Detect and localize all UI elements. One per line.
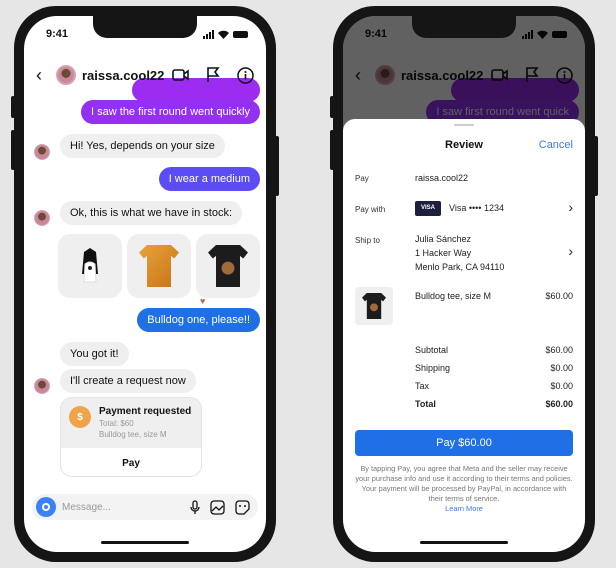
product-card[interactable] [58, 234, 122, 298]
side-button [11, 130, 15, 170]
home-indicator [101, 541, 189, 544]
ship-name: Julia Sánchez [415, 234, 472, 244]
phone-review: 9:41 ‹ raissa.cool22 I saw first round w… [330, 6, 598, 562]
total-label: Total [415, 399, 436, 409]
tax-label: Tax [415, 381, 430, 391]
payment-item: Bulldog tee, size M [99, 430, 167, 439]
notch [93, 16, 197, 38]
shipping-label: Shipping [415, 363, 451, 373]
gallery-icon[interactable] [210, 499, 225, 515]
chevron-right-icon[interactable]: › [568, 199, 573, 215]
legal-body: By tapping Pay, you agree that Meta and … [355, 464, 573, 503]
phone-chat: 9:41 ‹ raissa.cool22 I saw the first rou… [11, 6, 279, 562]
product-card[interactable] [196, 234, 260, 298]
subtotal-value: $60.00 [545, 345, 573, 355]
notch [412, 16, 516, 38]
side-button [594, 136, 598, 196]
message-bubble-received[interactable]: Hi! Yes, depends on your size [60, 134, 225, 158]
sheet-handle[interactable] [454, 124, 474, 126]
side-button [275, 136, 279, 196]
review-sheet: Review Cancel Pay raissa.cool22 Pay with… [343, 119, 585, 552]
ship-line2: Menlo Park, CA 94110 [415, 262, 505, 272]
bulldog-tee-image [208, 245, 248, 287]
shipping-value: $0.00 [550, 363, 573, 373]
legal-text: By tapping Pay, you agree that Meta and … [355, 464, 573, 514]
message-bubble-received[interactable]: Ok, this is what we have in stock: [60, 201, 243, 225]
golden-retriever-tee-image [139, 245, 179, 287]
item-price: $60.00 [545, 291, 573, 301]
avatar [34, 210, 50, 226]
pay-recipient: raissa.cool22 [415, 173, 469, 183]
item-name: Bulldog tee, size M [415, 291, 492, 301]
payment-request-card: $ Payment requested Total: $60 Bulldog t… [60, 397, 202, 477]
payment-method[interactable]: VISA Visa •••• 1234 [415, 200, 504, 217]
flag-icon[interactable] [204, 66, 222, 84]
message-bubble-sent[interactable]: I saw the first round went quickly [81, 100, 260, 124]
avatar [34, 144, 50, 160]
cancel-button[interactable]: Cancel [539, 139, 573, 151]
message-bubble-sent[interactable]: Bulldog one, please!! [137, 308, 260, 332]
video-call-icon[interactable] [172, 66, 190, 84]
microphone-icon[interactable] [190, 499, 200, 515]
wifi-icon [218, 30, 229, 39]
total-value: $60.00 [545, 399, 573, 409]
message-composer: Message... [32, 494, 258, 520]
tax-value: $0.00 [550, 381, 573, 391]
avatar [34, 378, 50, 394]
message-bubble-sent[interactable]: I wear a medium [158, 167, 260, 191]
review-screen: 9:41 ‹ raissa.cool22 I saw first round w… [343, 16, 585, 552]
back-icon[interactable]: ‹ [36, 65, 56, 86]
avatar[interactable] [56, 65, 76, 85]
visa-icon: VISA [415, 201, 441, 217]
sticker-icon[interactable] [235, 499, 250, 515]
ship-line1: 1 Hacker Way [415, 248, 472, 258]
message-bubble-received[interactable]: I'll create a request now [60, 369, 196, 393]
pay-label: Pay [355, 174, 369, 183]
info-icon[interactable] [236, 66, 254, 84]
item-thumbnail [355, 287, 393, 325]
card-text: Visa •••• 1234 [449, 203, 504, 213]
payment-total: Total: $60 [99, 419, 134, 428]
payment-title: Payment requested [99, 406, 192, 417]
chat-header: ‹ raissa.cool22 [24, 58, 266, 92]
chat-screen: 9:41 ‹ raissa.cool22 I saw the first rou… [24, 16, 266, 552]
product-card[interactable] [127, 234, 191, 298]
side-button [330, 96, 334, 118]
home-indicator [420, 541, 508, 544]
side-button [330, 130, 334, 170]
ship-to-label: Ship to [355, 236, 380, 245]
battery-icon [233, 30, 248, 38]
heart-reaction-icon: ♥ [200, 296, 206, 306]
border-collie-tee-image [82, 248, 98, 283]
camera-icon[interactable] [36, 497, 56, 517]
signal-icon [203, 29, 214, 39]
pay-with-label: Pay with [355, 205, 386, 214]
pay-button[interactable]: Pay [61, 448, 201, 476]
message-input[interactable]: Message... [62, 502, 190, 513]
subtotal-label: Subtotal [415, 345, 449, 355]
bulldog-tee-image [362, 293, 386, 319]
time: 9:41 [46, 28, 69, 40]
message-bubble-received[interactable]: You got it! [60, 342, 129, 366]
chevron-right-icon[interactable]: › [568, 243, 573, 259]
pay-now-button[interactable]: Pay $60.00 [355, 430, 573, 456]
contact-name[interactable]: raissa.cool22 [82, 68, 172, 83]
money-icon: $ [69, 406, 91, 428]
side-button [11, 96, 15, 118]
shipping-address[interactable]: Julia Sánchez 1 Hacker Way Menlo Park, C… [415, 232, 504, 274]
learn-more-link[interactable]: Learn More [445, 504, 483, 513]
